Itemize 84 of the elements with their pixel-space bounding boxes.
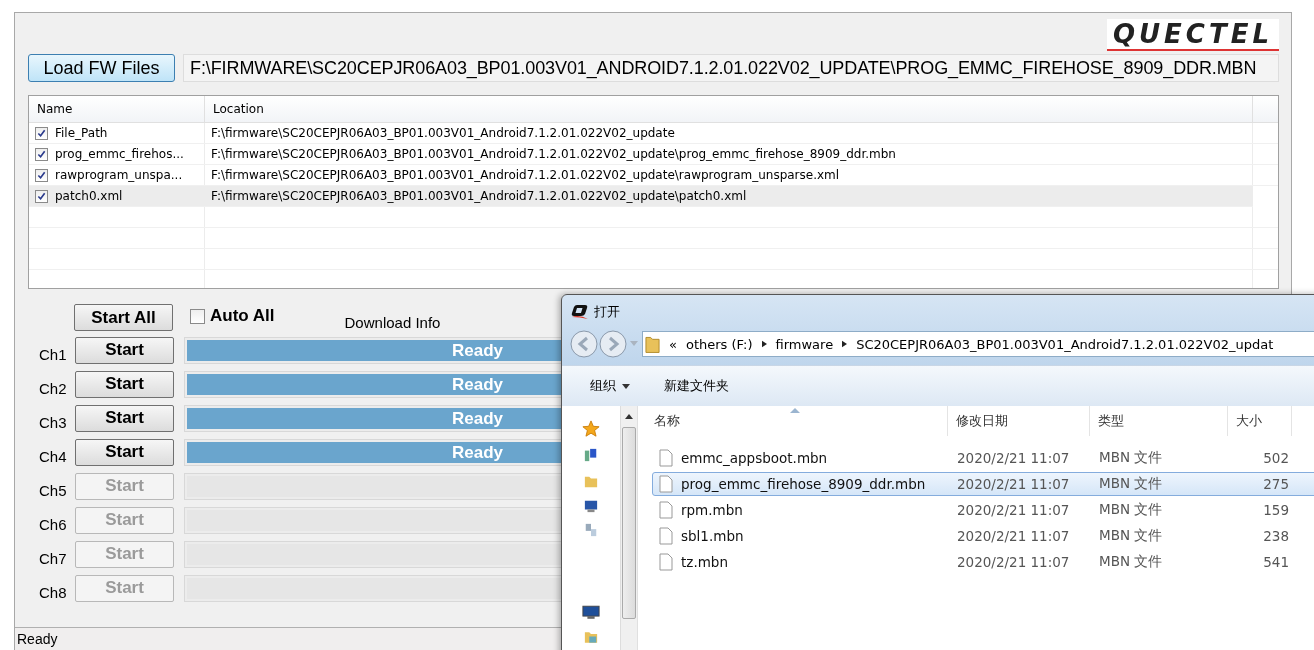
file-name-cell: rawprogram_unspa... bbox=[55, 168, 183, 182]
start-button[interactable]: Start bbox=[75, 370, 174, 398]
file-icon bbox=[659, 527, 673, 545]
breadcrumb-item[interactable]: « bbox=[669, 336, 677, 352]
address-bar[interactable]: « others (F:) firmware SC20CEPJR06A03_BP01.003V01_Android7.1.2.01.022V02_updat bbox=[642, 331, 1314, 357]
file-date: 2020/2/21 11:07 bbox=[957, 450, 1070, 466]
scrollbar[interactable] bbox=[620, 406, 637, 650]
column-header[interactable]: Name bbox=[29, 96, 205, 122]
location-cell: F:\firmware\SC20CEPJR06A03_BP01.003V01_Android7.1.2.01.022V02_update\prog_emmc_firehose_8909_ddr.mbn bbox=[211, 147, 896, 161]
auto-all-label: Auto All bbox=[210, 306, 275, 326]
location-cell: F:\firmware\SC20CEPJR06A03_BP01.003V01_Android7.1.2.01.022V02_update bbox=[211, 126, 675, 140]
file-type: MBN 文件 bbox=[1099, 475, 1163, 493]
organize-menu[interactable]: 组织 bbox=[590, 377, 630, 395]
chevron-icon bbox=[842, 340, 848, 348]
breadcrumb-item[interactable]: firmware bbox=[775, 336, 834, 352]
file-size: 275 bbox=[1263, 476, 1289, 492]
file-row[interactable]: tz.mbn 2020/2/21 11:07 MBN 文件 541 bbox=[652, 550, 1314, 574]
app-icon bbox=[570, 304, 590, 320]
file-name-cell: prog_emmc_firehos... bbox=[55, 147, 184, 161]
breadcrumb-item[interactable]: SC20CEPJR06A03_BP01.003V01_Android7.1.2.01.022V02_updat bbox=[856, 336, 1274, 352]
column-header[interactable]: Location bbox=[205, 96, 1253, 122]
start-button[interactable]: Start bbox=[75, 404, 174, 432]
file-date: 2020/2/21 11:07 bbox=[957, 502, 1070, 518]
sort-arrow-icon bbox=[790, 408, 800, 413]
file-icon bbox=[659, 475, 673, 493]
location-cell: F:\firmware\SC20CEPJR06A03_BP01.003V01_Android7.1.2.01.022V02_update\patch0.xml bbox=[211, 189, 747, 203]
chevron-icon bbox=[761, 340, 767, 348]
file-row[interactable]: sbl1.mbn 2020/2/21 11:07 MBN 文件 238 bbox=[652, 524, 1314, 548]
dialog-title: 打开 bbox=[594, 303, 620, 321]
checkbox[interactable] bbox=[35, 126, 48, 140]
file-name: sbl1.mbn bbox=[681, 528, 744, 544]
file-icon bbox=[659, 553, 673, 571]
file-name: tz.mbn bbox=[681, 554, 728, 570]
file-type: MBN 文件 bbox=[1099, 553, 1163, 571]
location-cell: F:\firmware\SC20CEPJR06A03_BP01.003V01_Android7.1.2.01.022V02_update\rawprogram_unsparse.xml bbox=[211, 168, 840, 182]
file-date: 2020/2/21 11:07 bbox=[957, 554, 1070, 570]
channel-label: Ch1 bbox=[38, 346, 68, 363]
file-icon bbox=[659, 501, 673, 519]
checkbox[interactable] bbox=[35, 189, 48, 203]
breadcrumb-item[interactable]: others (F:) bbox=[685, 336, 753, 352]
channel-label: Ch7 bbox=[38, 550, 68, 567]
start-button[interactable]: Start bbox=[75, 336, 174, 364]
new-folder-button[interactable]: 新建文件夹 bbox=[664, 377, 729, 395]
file-date: 2020/2/21 11:07 bbox=[957, 476, 1070, 492]
folder-icon bbox=[584, 629, 598, 644]
checkbox[interactable] bbox=[190, 308, 205, 324]
star-icon bbox=[582, 420, 600, 438]
file-name: emmc_appsboot.mbn bbox=[681, 450, 828, 466]
channel-label: Ch3 bbox=[38, 414, 68, 431]
file-size: 238 bbox=[1263, 528, 1289, 544]
file-name: prog_emmc_firehose_8909_ddr.mbn bbox=[681, 476, 926, 492]
channel-label: Ch5 bbox=[38, 482, 68, 499]
checkbox[interactable] bbox=[35, 168, 48, 182]
channel-label: Ch8 bbox=[38, 584, 68, 601]
file-row[interactable]: prog_emmc_firehose_8909_ddr.mbn 2020/2/21 11:07 MBN 文件 275 bbox=[652, 472, 1314, 496]
file-name: rpm.mbn bbox=[681, 502, 743, 518]
file-name-cell: File_Path bbox=[55, 126, 108, 140]
checkbox[interactable] bbox=[35, 147, 48, 161]
file-size: 541 bbox=[1263, 554, 1289, 570]
logo: QUECTEL bbox=[1106, 19, 1279, 51]
channel-label: Ch6 bbox=[38, 516, 68, 533]
start-all-button[interactable]: Start All bbox=[74, 304, 173, 331]
start-button[interactable]: Start bbox=[75, 438, 174, 466]
column-header[interactable]: 修改日期 bbox=[948, 406, 1090, 436]
monitor-icon bbox=[582, 605, 600, 620]
download-info-header: Download Info bbox=[344, 314, 441, 331]
file-icon bbox=[659, 449, 673, 467]
column-header[interactable]: 大小 bbox=[1228, 406, 1292, 436]
load-fw-files-button[interactable]: Load FW Files bbox=[28, 54, 175, 82]
file-type: MBN 文件 bbox=[1099, 501, 1163, 519]
file-date: 2020/2/21 11:07 bbox=[957, 528, 1070, 544]
file-type: MBN 文件 bbox=[1099, 527, 1163, 545]
channel-label: Ch2 bbox=[38, 380, 68, 397]
scroll-up-icon[interactable] bbox=[625, 414, 633, 419]
column-header[interactable]: 类型 bbox=[1090, 406, 1228, 436]
file-row[interactable]: rpm.mbn 2020/2/21 11:07 MBN 文件 159 bbox=[652, 498, 1314, 522]
folder-icon bbox=[645, 334, 660, 354]
channel-label: Ch4 bbox=[38, 448, 68, 465]
firmware-path-field[interactable]: F:\FIRMWARE\SC20CEPJR06A03_BP01.003V01_ANDROID7.1.2.01.022V02_UPDATE\PROG_EMMC_FIREHOSE_8909_DDR.MBN bbox=[183, 54, 1279, 82]
file-size: 502 bbox=[1263, 450, 1289, 466]
file-name-cell: patch0.xml bbox=[55, 189, 123, 203]
computer-icon bbox=[584, 499, 598, 513]
caret-icon bbox=[622, 383, 630, 389]
file-size: 159 bbox=[1263, 502, 1289, 518]
